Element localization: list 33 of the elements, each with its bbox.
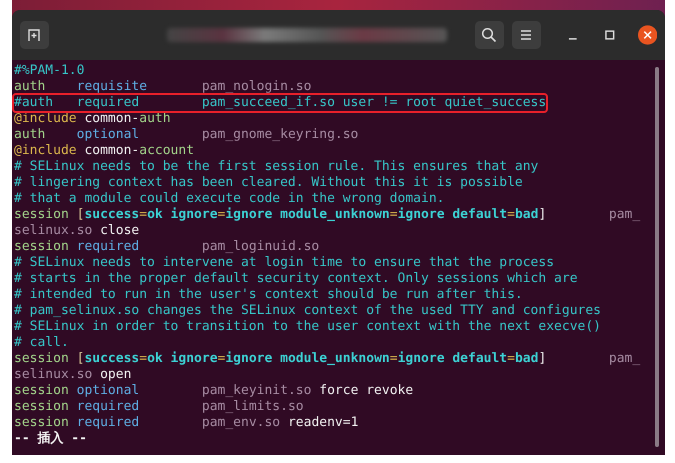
new-tab-icon bbox=[27, 28, 42, 42]
code-line: # SELinux in order to transition to the user context with the next execve() bbox=[14, 319, 601, 335]
code-line: #%PAM-1.0 bbox=[14, 63, 84, 79]
search-button[interactable] bbox=[474, 21, 504, 49]
code-line: # call. bbox=[14, 335, 69, 351]
mode-line: -- 插入 -- bbox=[14, 431, 87, 447]
close-icon[interactable] bbox=[638, 25, 657, 45]
menu-icon bbox=[519, 29, 534, 41]
code-line: # SELinux needs to intervene at login time to ensure that the process bbox=[14, 255, 554, 271]
code-line: session required pam_loginuid.so bbox=[14, 239, 320, 255]
code-line: # lingering context has been cleared. Without this it is possible bbox=[14, 175, 523, 191]
code-line: selinux.so open bbox=[14, 367, 132, 383]
code-line: auth optional pam_gnome_keyring.so bbox=[14, 127, 358, 143]
code-line: # that a module could execute code in the wrong domain. bbox=[14, 191, 444, 207]
code-line: session [success=ok ignore=ignore module_unknown=ignore default=bad] pam_ bbox=[14, 351, 640, 367]
code-line: session optional pam_keyinit.so force revoke bbox=[14, 383, 414, 399]
code-line: # starts in the proper default security context. Only sessions which are bbox=[14, 271, 578, 287]
code-line: @include common-auth bbox=[14, 111, 171, 127]
maximize-icon[interactable] bbox=[604, 29, 616, 41]
code-line: session required pam_env.so readenv=1 bbox=[14, 415, 358, 430]
menu-button[interactable] bbox=[512, 21, 541, 49]
code-line: selinux.so close bbox=[14, 223, 140, 239]
scrollbar[interactable] bbox=[655, 67, 659, 447]
code-line: session required pam_limits.so bbox=[14, 399, 304, 415]
search-icon bbox=[481, 27, 498, 43]
code-line: # SELinux needs to be the first session rule. This ensures that any bbox=[14, 159, 538, 175]
code-line: #auth required pam_succeed_if.so user != root quiet_success bbox=[14, 95, 546, 111]
code-line: auth requisite pam_nologin.so bbox=[14, 79, 312, 95]
code-line: # intended to run in the user's context should be run after this. bbox=[14, 287, 523, 303]
new-tab-button[interactable] bbox=[20, 21, 49, 49]
code-line: @include common-account bbox=[14, 143, 194, 159]
code-line: session [success=ok ignore=ignore module_unknown=ignore default=bad] pam_ bbox=[14, 207, 640, 223]
code-line: # pam_selinux.so changes the SELinux context of the used TTY and configures bbox=[14, 303, 601, 319]
